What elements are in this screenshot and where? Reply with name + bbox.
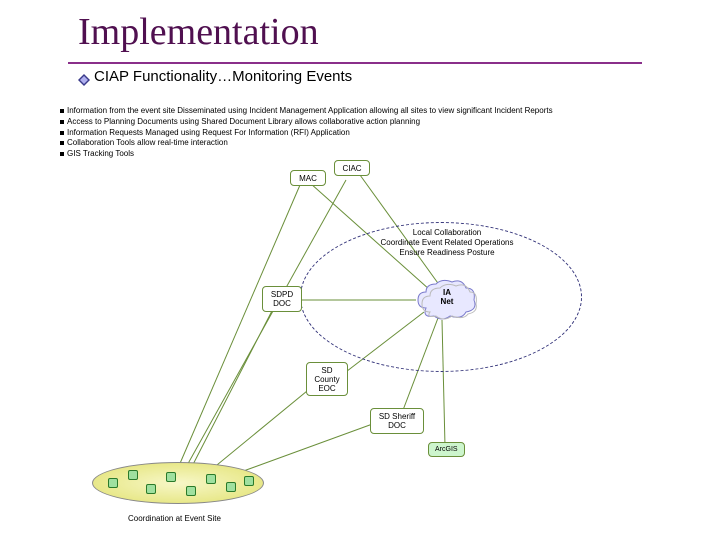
bullet-item: Information from the event site Dissemin… (60, 106, 553, 117)
team-icon (186, 486, 196, 496)
node-sd-county-eoc: SD County EOC (306, 362, 348, 396)
bullet-text: Information from the event site Dissemin… (67, 106, 553, 117)
bullet-item: Access to Planning Documents using Share… (60, 117, 553, 128)
node-mac: MAC (290, 170, 326, 186)
team-icon (166, 472, 176, 482)
node-ciac: CIAC (334, 160, 370, 176)
bullet-item: Information Requests Managed using Reque… (60, 128, 553, 139)
ia-net-label: IA Net (432, 288, 462, 306)
team-icon (226, 482, 236, 492)
team-icon (128, 470, 138, 480)
event-site-caption: Coordination at Event Site (128, 514, 221, 523)
bullet-text: GIS Tracking Tools (67, 149, 134, 160)
node-sdpd-doc: SDPD DOC (262, 286, 302, 312)
bullet-diamond-icon (78, 74, 88, 84)
collab-line: Ensure Readiness Posture (362, 248, 532, 258)
node-arcgis: ArcGIS (428, 442, 465, 457)
team-icon (206, 474, 216, 484)
bullet-text: Access to Planning Documents using Share… (67, 117, 420, 128)
node-sd-sheriff-doc: SD Sheriff DOC (370, 408, 424, 434)
bullet-list: Information from the event site Dissemin… (60, 106, 553, 160)
bullet-text: Collaboration Tools allow real-time inte… (67, 138, 228, 149)
slide-subtitle: CIAP Functionality…Monitoring Events (94, 68, 352, 85)
team-icon (108, 478, 118, 488)
collab-line: Local Collaboration (362, 228, 532, 238)
bullet-text: Information Requests Managed using Reque… (67, 128, 350, 139)
collab-line: Coordinate Event Related Operations (362, 238, 532, 248)
slide-title: Implementation (78, 10, 319, 54)
team-icon (244, 476, 254, 486)
team-icon (146, 484, 156, 494)
bullet-item: Collaboration Tools allow real-time inte… (60, 138, 553, 149)
collaboration-text: Local Collaboration Coordinate Event Rel… (362, 228, 532, 258)
title-underline (68, 62, 642, 64)
bullet-item: GIS Tracking Tools (60, 149, 553, 160)
